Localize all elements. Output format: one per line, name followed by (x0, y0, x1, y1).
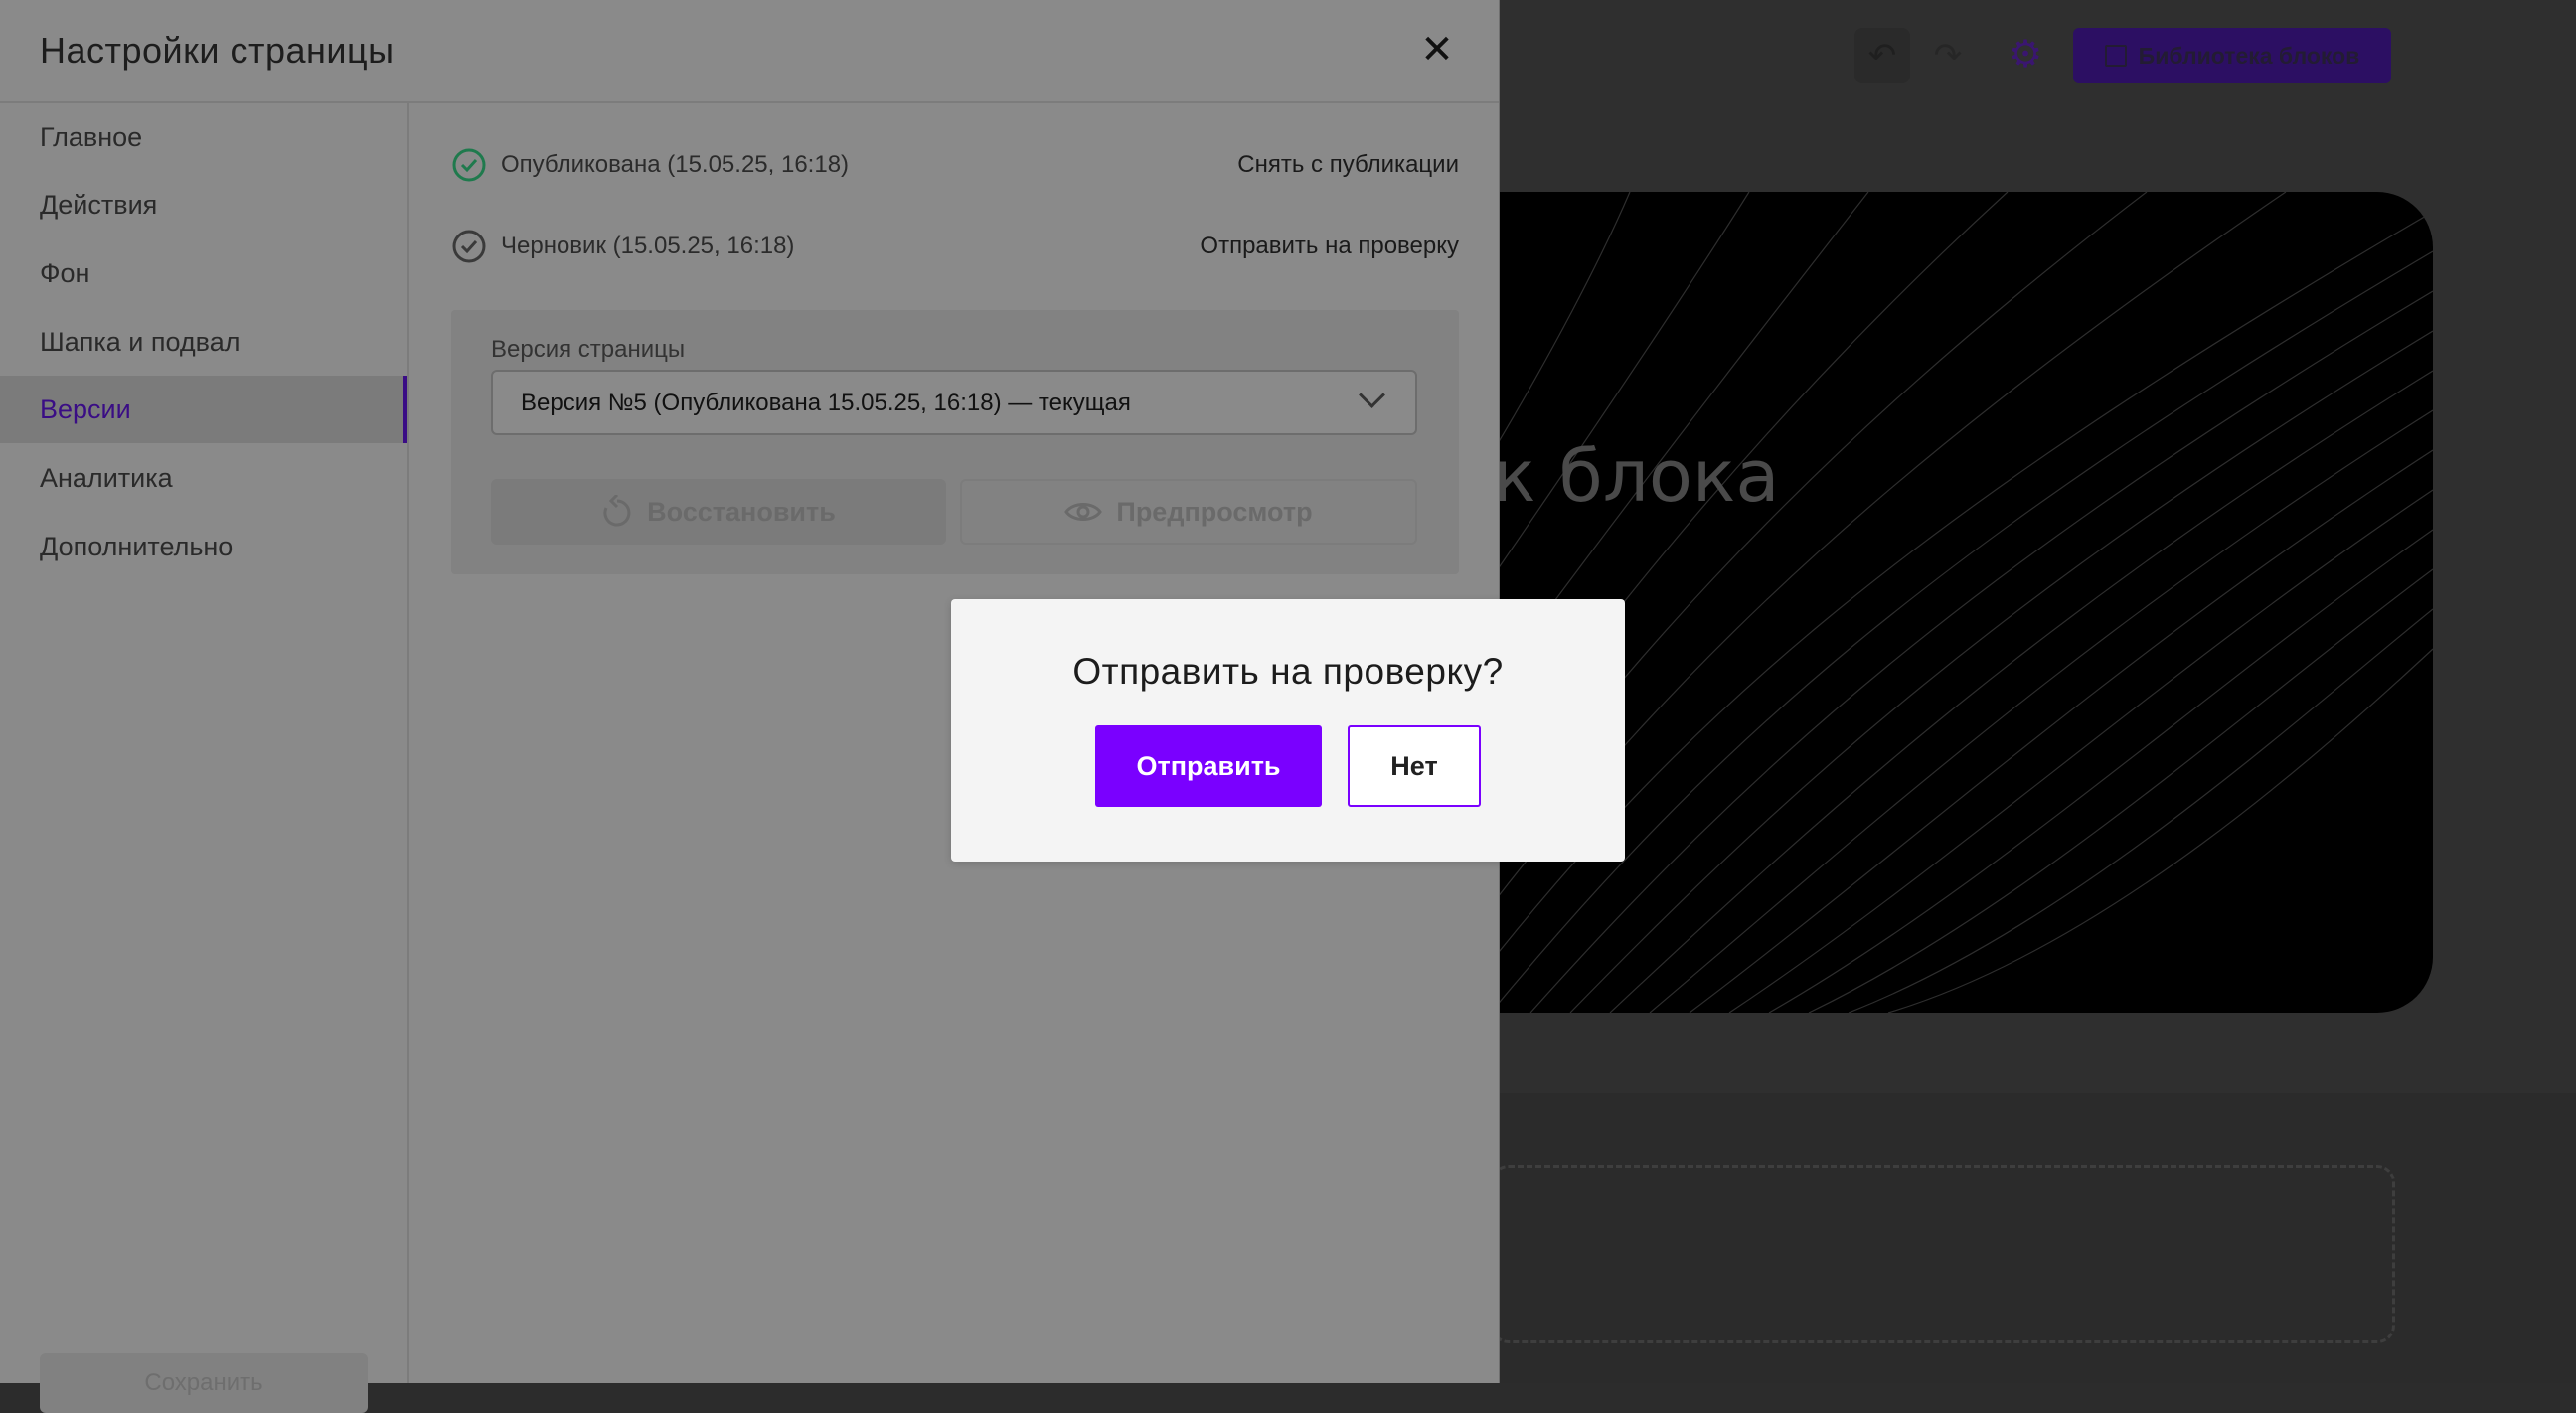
dialog-title: Отправить на проверку? (1072, 651, 1504, 692)
confirm-send-button[interactable]: Отправить (1095, 725, 1322, 807)
version-card: Версия страницы Версия №5 (Опубликована … (451, 310, 1459, 574)
gear-icon[interactable]: ⚙ (1998, 26, 2053, 81)
version-selected-value: Версия №5 (Опубликована 15.05.25, 16:18)… (521, 390, 1131, 416)
block-library-button[interactable]: Библиотека блоков (2073, 28, 2391, 83)
restore-button[interactable]: Восстановить (491, 479, 946, 545)
version-label: Версия страницы (491, 336, 686, 363)
eye-icon (1064, 503, 1103, 521)
undo-icon[interactable]: ↶ (1854, 28, 1910, 83)
settings-sidebar: Главное Действия Фон Шапка и подвал Верс… (0, 103, 409, 1413)
close-icon[interactable]: ✕ (1415, 28, 1459, 72)
send-for-review-link[interactable]: Отправить на проверку (1200, 233, 1459, 260)
unpublish-link[interactable]: Снять с публикации (1237, 151, 1459, 179)
cancel-button[interactable]: Нет (1348, 725, 1481, 807)
check-circle-icon (452, 148, 486, 182)
version-select[interactable]: Версия №5 (Опубликована 15.05.25, 16:18)… (491, 370, 1417, 435)
chevron-down-icon (1359, 382, 1385, 408)
sidebar-item-analytics[interactable]: Аналитика (0, 444, 407, 512)
confirm-dialog: Отправить на проверку? Отправить Нет (951, 599, 1625, 862)
sidebar-item-additional[interactable]: Дополнительно (0, 513, 407, 580)
sidebar-item-main[interactable]: Главное (0, 103, 407, 171)
sidebar-item-versions[interactable]: Версии (0, 376, 407, 443)
redo-icon[interactable]: ↷ (1920, 28, 1976, 83)
sidebar-item-header-footer[interactable]: Шапка и подвал (0, 308, 407, 376)
status-draft-row: Черновик (15.05.25, 16:18) Отправить на … (451, 222, 1459, 271)
preview-label: Предпросмотр (1116, 496, 1313, 527)
sidebar-item-background[interactable]: Фон (0, 239, 407, 307)
panel-header: Настройки страницы ✕ (0, 0, 1499, 103)
status-published-text: Опубликована (15.05.25, 16:18) (501, 151, 850, 178)
restore-label: Восстановить (647, 496, 836, 527)
add-block-dropzone[interactable] (1491, 1165, 2395, 1343)
restore-icon (603, 495, 631, 527)
save-button[interactable]: Сохранить (40, 1353, 368, 1413)
status-draft-text: Черновик (15.05.25, 16:18) (501, 233, 795, 259)
panel-title: Настройки страницы (40, 30, 395, 71)
check-circle-icon (452, 230, 486, 263)
sidebar-item-actions[interactable]: Действия (0, 171, 407, 238)
block-library-label: Библиотека блоков (2138, 42, 2360, 69)
library-icon (2104, 45, 2127, 67)
preview-button[interactable]: Предпросмотр (960, 479, 1417, 545)
status-published-row: Опубликована (15.05.25, 16:18) Снять с п… (451, 140, 1459, 190)
